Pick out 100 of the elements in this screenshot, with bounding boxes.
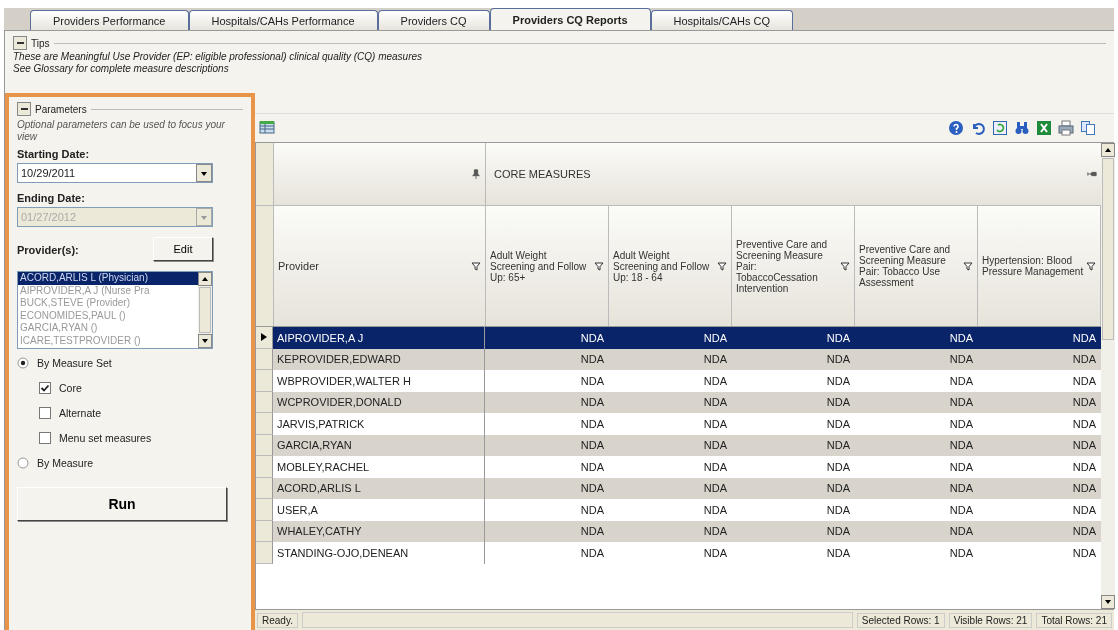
tab[interactable]: Hospitals/CAHs Performance — [188, 10, 378, 30]
status-text: Total Rows: 21 — [1036, 612, 1112, 628]
field-label: Starting Date: — [17, 148, 91, 160]
tab[interactable]: Providers Performance — [30, 10, 189, 30]
option-label: By Measure — [37, 457, 94, 469]
tab[interactable]: Hospitals/CAHs CQ — [650, 10, 794, 30]
radio-button[interactable] — [17, 357, 29, 369]
table-cell-text: NDA — [702, 353, 728, 366]
table-cell-text: NDA — [579, 482, 605, 495]
column-header[interactable]: Adult Weight Screening and Follow Up: 18 - 64 — [609, 206, 732, 326]
checkbox[interactable] — [39, 407, 51, 419]
collapse-button[interactable] — [13, 36, 27, 50]
table-cell: AIPROVIDER,A J — [273, 327, 485, 349]
undo-icon[interactable] — [970, 120, 986, 136]
pin-icon[interactable] — [471, 169, 481, 179]
option-label: Core — [59, 382, 82, 394]
field-label: Provider(s): — [17, 244, 79, 256]
filter-icon[interactable] — [840, 261, 850, 271]
print-icon[interactable] — [1058, 120, 1074, 136]
collapse-button[interactable] — [17, 102, 31, 116]
column-header[interactable]: Adult Weight Screening and Follow Up: 65+ — [486, 206, 609, 326]
filter-icon[interactable] — [471, 261, 481, 271]
table-cell: MOBLEY,RACHEL — [273, 456, 485, 478]
edit-button[interactable]: Edit — [153, 237, 213, 261]
table-cell-text: NDA — [579, 503, 605, 516]
list-item[interactable]: ACORD,ARLIS L (Physician) — [18, 272, 198, 285]
table-cell-text: NDA — [825, 417, 851, 430]
table-cell-text: NDA — [948, 546, 974, 559]
status-text: Ready. — [257, 612, 298, 628]
table-cell-text: NDA — [579, 353, 605, 366]
table-cell-text: NDA — [702, 417, 728, 430]
group-header: CORE MEASURES — [493, 167, 592, 182]
table-cell: STANDING-OJO,DENEAN — [273, 542, 485, 564]
option-label: By Measure Set — [37, 357, 112, 369]
table-cell-text: NDA — [579, 460, 605, 473]
spreadsheet-icon[interactable] — [1036, 120, 1052, 136]
scrollbar-thumb[interactable] — [199, 287, 211, 333]
filter-icon[interactable] — [594, 261, 604, 271]
table-cell-text: NDA — [579, 331, 605, 344]
section-title: Parameters — [35, 103, 87, 115]
tip-text: See Glossary for complete measure descriptions — [13, 63, 230, 75]
scroll-up-icon[interactable] — [1101, 143, 1115, 157]
table-cell-text: NDA — [579, 546, 605, 559]
table-cell-text: NDA — [1071, 546, 1097, 559]
table-cell: WBPROVIDER,WALTER H — [273, 370, 485, 392]
grid-icon[interactable] — [259, 120, 275, 136]
status-text: Selected Rows: 1 — [856, 612, 945, 628]
tip-text: These are Meaningful Use Provider (EP: eligible professional) clinical quality (CQ) measures — [13, 51, 424, 63]
scroll-down-icon[interactable] — [1101, 595, 1115, 609]
table-cell-text: NDA — [702, 546, 728, 559]
run-button[interactable]: Run — [17, 487, 227, 521]
date-dropdown[interactable]: 10/29/2011 — [17, 163, 213, 183]
refresh-icon[interactable] — [992, 120, 1008, 136]
filter-icon[interactable] — [963, 261, 973, 271]
radio-button[interactable] — [17, 457, 29, 469]
checkbox[interactable] — [39, 432, 51, 444]
table-cell-text: NDA — [1071, 417, 1097, 430]
option-label: Menu set measures — [59, 432, 152, 444]
scroll-down-icon[interactable] — [198, 334, 212, 348]
scrollbar-thumb[interactable] — [1102, 158, 1114, 340]
section-title: Tips — [31, 37, 50, 49]
provider-list[interactable]: ACORD,ARLIS L (Physician) AIPROVIDER,A J (Nurse Pra BUCK,STEVE (Provider) ECONOMIDES,PAUL () GARCIA,RYAN () ICARE,TESTPROVIDER () — [17, 271, 213, 349]
table-cell-text: NDA — [702, 374, 728, 387]
row-selector[interactable] — [256, 327, 273, 349]
field-label: Ending Date: — [17, 192, 86, 204]
table-cell-text: NDA — [825, 460, 851, 473]
table-cell-text: NDA — [1071, 439, 1097, 452]
table-cell-text: NDA — [1071, 525, 1097, 538]
column-header[interactable]: Preventive Care and Screening Measure Pair: TobaccoCessation Intervention — [732, 206, 855, 326]
table-cell-text: NDA — [1071, 396, 1097, 409]
tab[interactable]: Providers CQ Reports — [489, 8, 651, 30]
table-cell-text: NDA — [579, 396, 605, 409]
filter-icon[interactable] — [717, 261, 727, 271]
table-cell-text: NDA — [825, 546, 851, 559]
table-cell-text: NDA — [579, 417, 605, 430]
scroll-up-icon[interactable] — [198, 272, 212, 286]
table-cell-text: NDA — [948, 331, 974, 344]
table-cell-text: NDA — [1071, 482, 1097, 495]
binoculars-icon[interactable] — [1014, 120, 1030, 136]
tab[interactable]: Providers CQ — [377, 10, 490, 30]
copy-icon[interactable] — [1080, 120, 1096, 136]
table-cell-text: NDA — [702, 525, 728, 538]
table-cell-text: NDA — [702, 482, 728, 495]
table-cell-text: NDA — [825, 374, 851, 387]
table-cell-text: NDA — [1071, 503, 1097, 516]
table-cell-text: NDA — [825, 503, 851, 516]
table-cell-text: NDA — [825, 482, 851, 495]
table-cell-text: NDA — [579, 525, 605, 538]
table-cell: JARVIS,PATRICK — [273, 413, 485, 435]
table-cell-text: NDA — [579, 439, 605, 452]
table-cell-text: NDA — [1071, 331, 1097, 344]
table-cell-text: NDA — [702, 503, 728, 516]
table-cell-text: NDA — [1071, 353, 1097, 366]
table-cell-text: NDA — [948, 460, 974, 473]
pin-icon[interactable] — [1087, 169, 1097, 179]
filter-icon[interactable] — [1086, 261, 1096, 271]
column-header[interactable]: Provider — [274, 206, 486, 326]
checkbox[interactable] — [39, 382, 51, 394]
column-header[interactable]: Preventive Care and Screening Measure Pair: Tobacco Use Assessment — [855, 206, 978, 326]
help-icon[interactable] — [948, 120, 964, 136]
